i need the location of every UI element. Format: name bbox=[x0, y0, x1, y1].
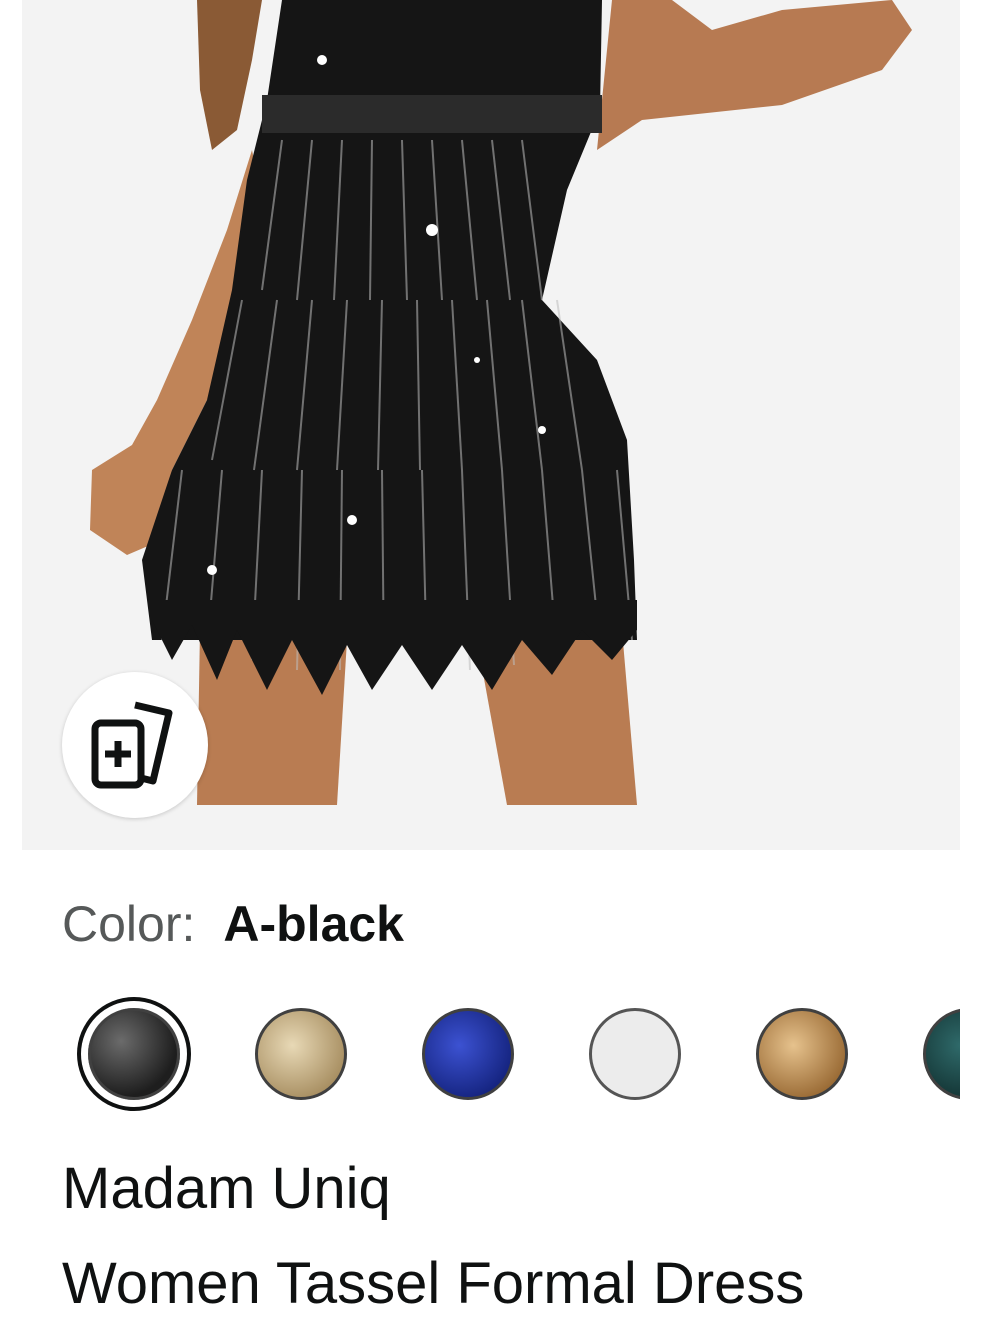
color-swatch-black[interactable] bbox=[88, 1008, 180, 1100]
color-swatch-white[interactable] bbox=[589, 1008, 681, 1100]
color-swatch-champagne[interactable] bbox=[255, 1008, 347, 1100]
product-title[interactable]: Women Tassel Formal Dress bbox=[62, 1250, 804, 1317]
product-card: Color: A-black Madam Uniq Women Tassel F… bbox=[22, 0, 960, 1333]
add-to-collection-icon bbox=[91, 701, 173, 789]
add-to-collection-button[interactable] bbox=[62, 672, 208, 818]
brand-name[interactable]: Madam Uniq bbox=[62, 1155, 391, 1222]
selected-color-value: A-black bbox=[223, 896, 404, 952]
product-image-area[interactable] bbox=[22, 0, 960, 850]
color-swatch-gold[interactable] bbox=[756, 1008, 848, 1100]
color-row: Color: A-black bbox=[62, 895, 404, 965]
color-swatch-royal-blue[interactable] bbox=[422, 1008, 514, 1100]
color-label: Color: bbox=[62, 896, 196, 952]
color-swatch-list bbox=[22, 995, 960, 1115]
color-swatch-teal[interactable] bbox=[923, 1008, 960, 1100]
